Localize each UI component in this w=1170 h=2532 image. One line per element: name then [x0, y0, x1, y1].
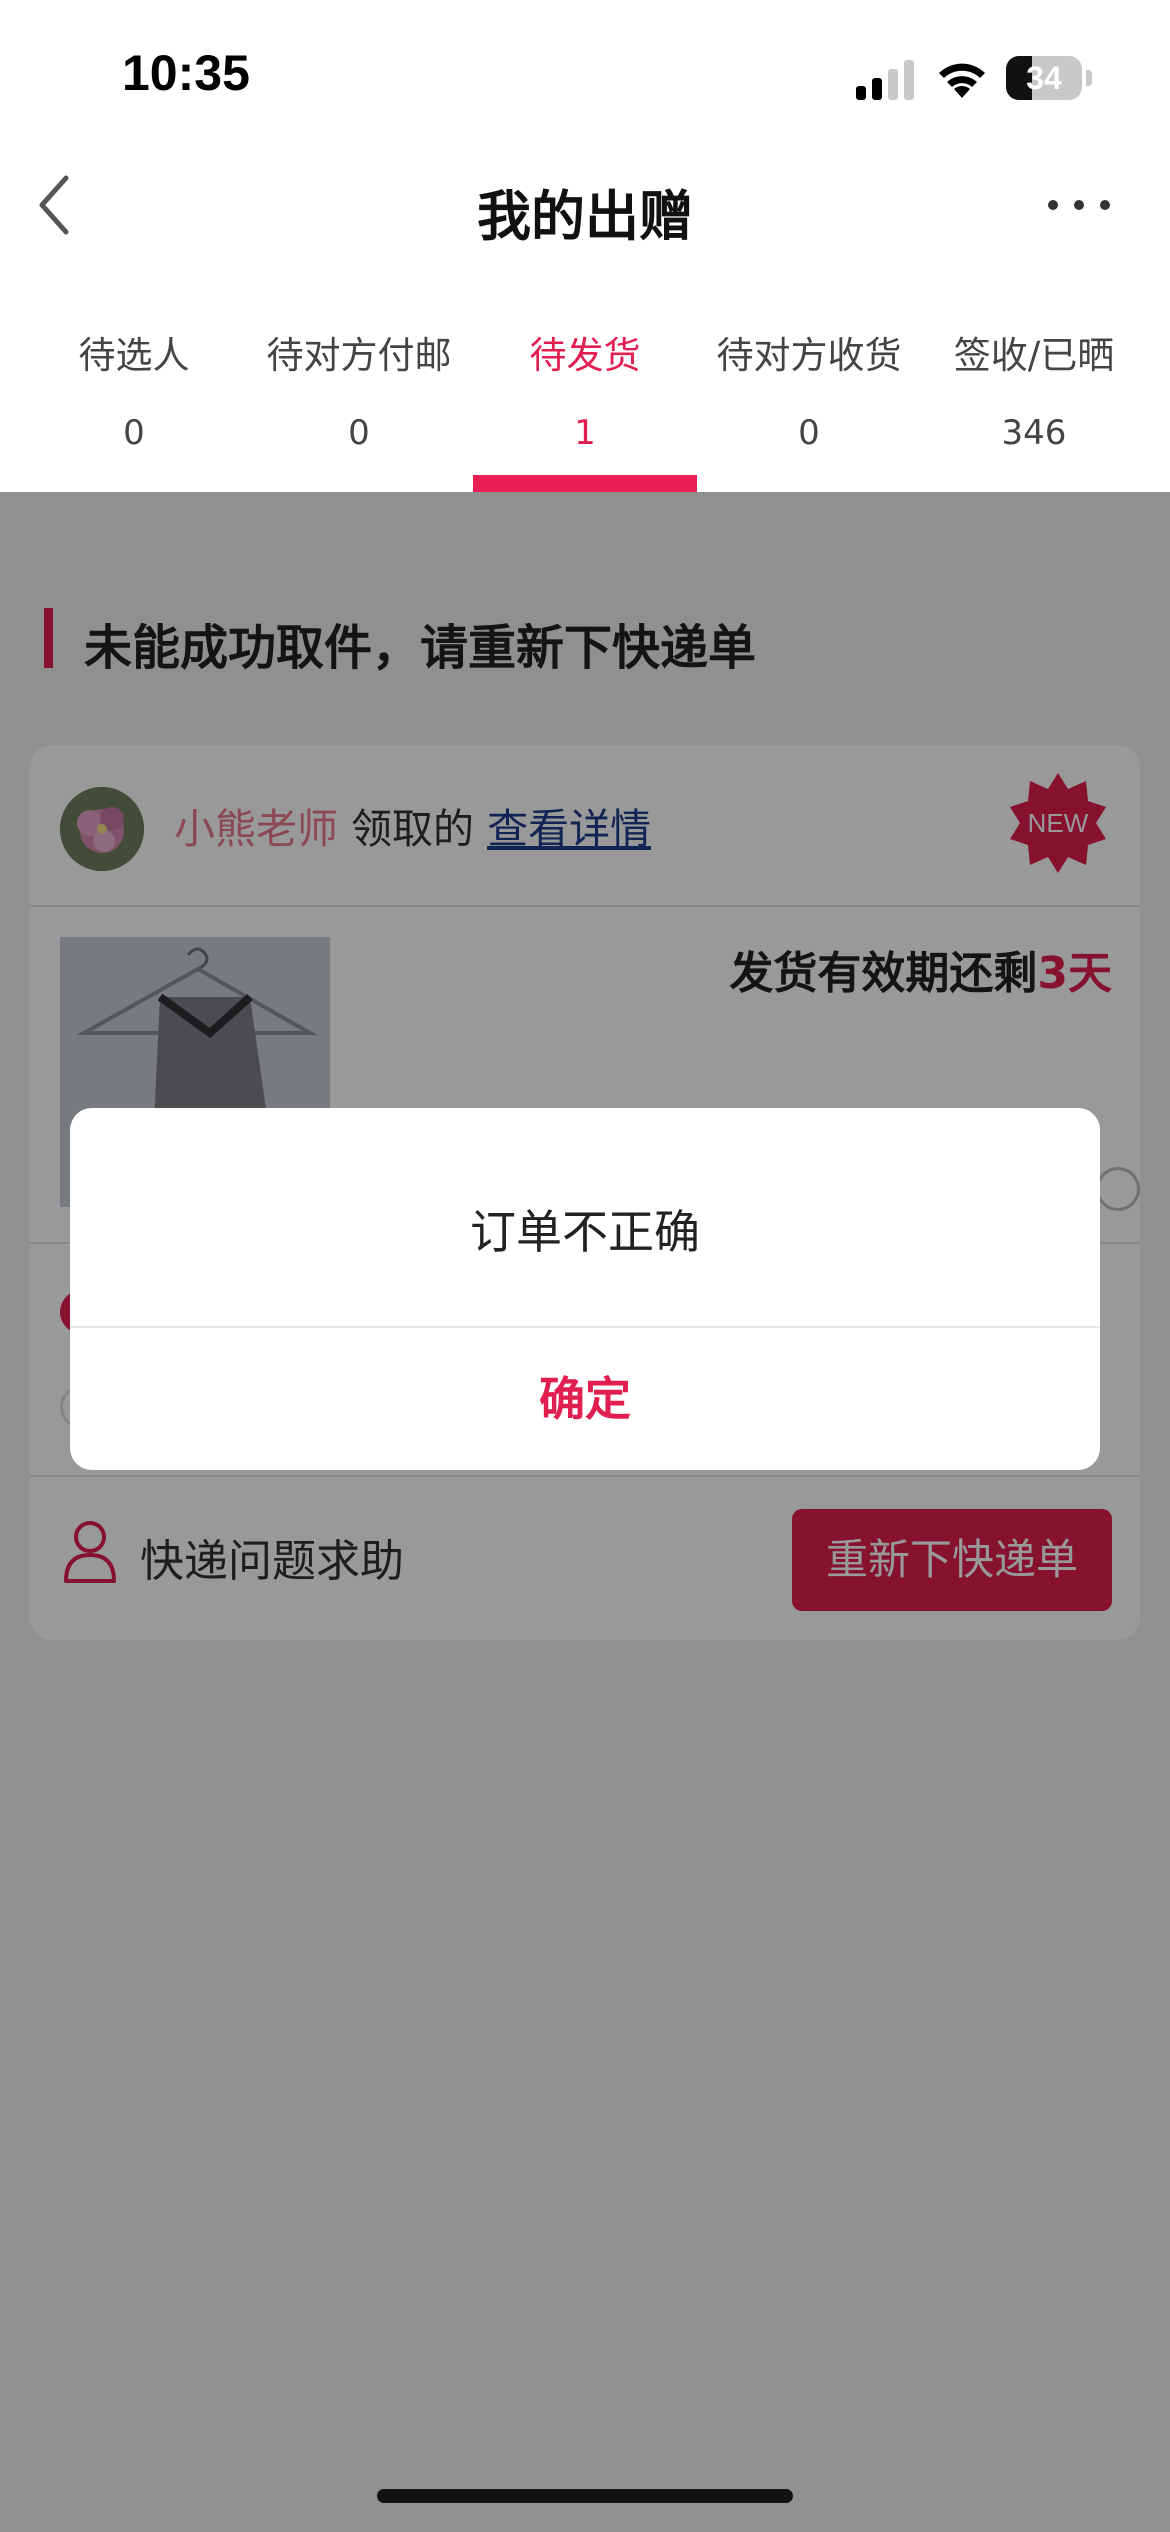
- confirm-button[interactable]: 确定: [70, 1328, 1100, 1470]
- tab-awaiting-selection[interactable]: 待选人 0: [22, 265, 246, 492]
- active-tab-indicator: [473, 475, 697, 492]
- tab-awaiting-postage[interactable]: 待对方付邮 0: [247, 265, 471, 492]
- alert-dialog: 订单不正确 确定: [70, 1108, 1100, 1470]
- tab-count: 346: [1001, 413, 1067, 453]
- tab-count: 0: [798, 413, 820, 453]
- tab-awaiting-receipt[interactable]: 待对方收货 0: [697, 265, 921, 492]
- status-time: 10:35: [122, 45, 250, 101]
- tab-awaiting-shipment[interactable]: 待发货 1: [473, 265, 697, 492]
- wifi-icon: [934, 56, 990, 100]
- battery-level: 34: [1026, 60, 1062, 96]
- dialog-message: 订单不正确: [470, 1205, 700, 1259]
- status-bar: 10:35 34: [0, 0, 1170, 150]
- nav-bar: 我的出赠: [0, 150, 1170, 265]
- battery-icon: 34: [1006, 56, 1092, 100]
- page-title: 我的出赠: [477, 185, 693, 248]
- modal-overlay[interactable]: [0, 492, 1170, 2532]
- home-indicator[interactable]: [377, 2489, 793, 2503]
- tab-received[interactable]: 签收/已晒 346: [922, 265, 1146, 492]
- more-button[interactable]: [1046, 190, 1112, 220]
- cellular-signal-icon: [856, 58, 916, 100]
- tab-count: 0: [348, 413, 370, 453]
- tab-count: 0: [123, 413, 145, 453]
- status-tabs: 待选人 0 待对方付邮 0 待发货 1 待对方收货 0 签收/已晒 346: [0, 265, 1170, 492]
- tab-count: 1: [574, 413, 596, 453]
